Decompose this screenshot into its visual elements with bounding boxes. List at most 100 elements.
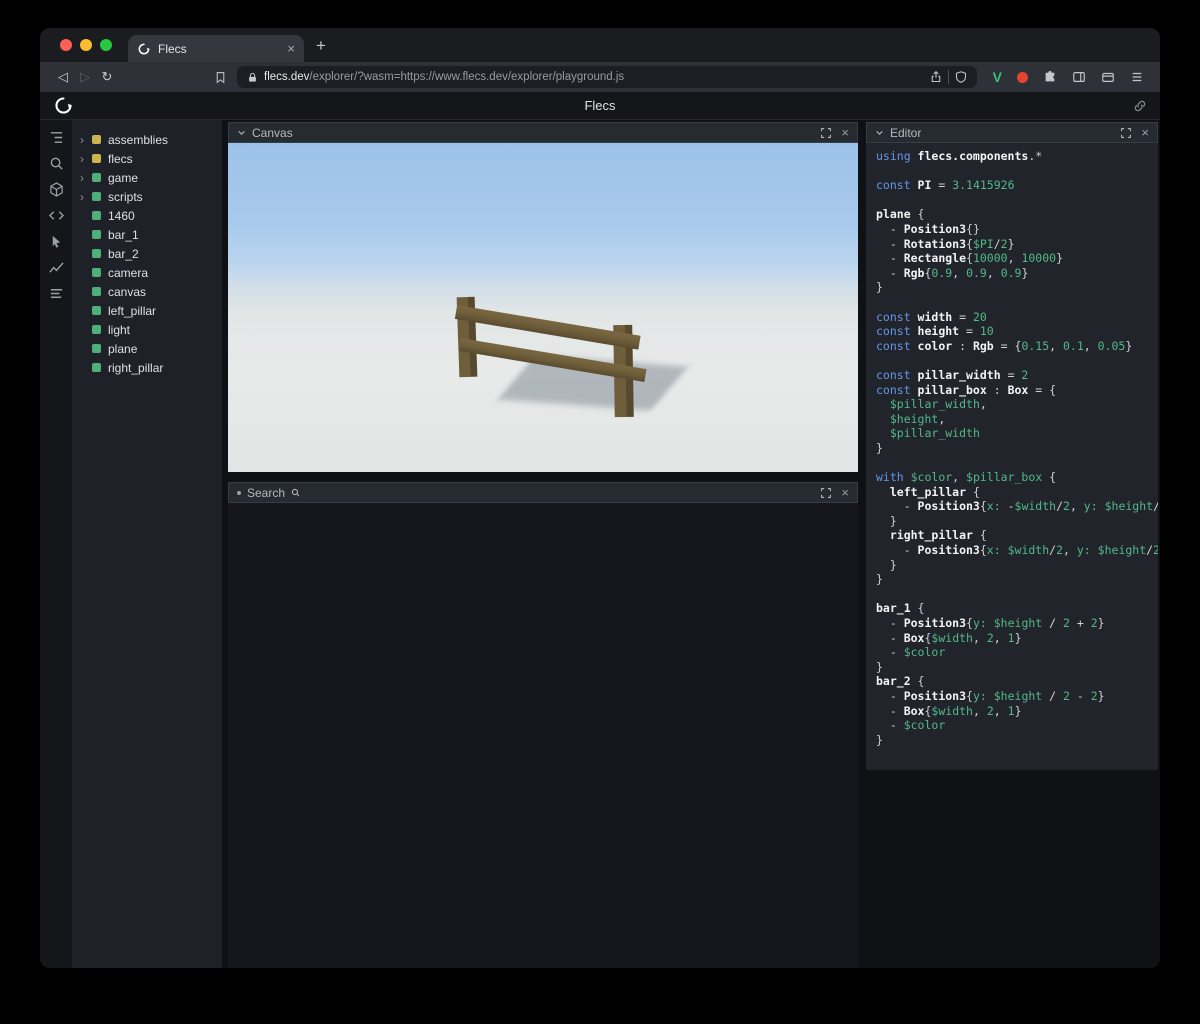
app-body: › assemblies › flecs › game › scripts 1460 bar_1 b… (40, 120, 1160, 968)
tree-item-label: scripts (108, 189, 143, 204)
wallet-icon[interactable] (1101, 70, 1115, 84)
back-button[interactable]: ◁ (52, 69, 74, 85)
tab-close-icon[interactable]: × (287, 41, 295, 56)
entity-color-square (92, 211, 101, 220)
components-cube-icon[interactable] (49, 182, 64, 197)
expand-icon[interactable] (1121, 127, 1132, 138)
canvas-3d-viewport[interactable] (228, 143, 858, 472)
code-line: right_pillar { (889, 528, 987, 543)
chevron-right-icon[interactable]: › (80, 134, 90, 146)
code-editor[interactable]: using flecs.components.* const PI = 3.141… (866, 143, 1158, 770)
close-icon[interactable]: × (841, 126, 849, 139)
entity-tree-icon[interactable] (49, 130, 64, 145)
menu-icon[interactable] (1130, 70, 1144, 84)
chevron-right-icon[interactable]: › (80, 153, 90, 165)
puzzle-extensions-icon[interactable] (1043, 70, 1057, 84)
tree-item-canvas[interactable]: canvas (72, 282, 222, 301)
extension-icons: V (993, 69, 1148, 85)
left-icon-strip (40, 120, 72, 968)
code-line: } (876, 732, 883, 747)
panel-dot-icon[interactable] (237, 490, 241, 495)
tree-item-plane[interactable]: plane (72, 339, 222, 358)
tree-item-scripts[interactable]: › scripts (72, 187, 222, 206)
tree-item-flecs[interactable]: › flecs (72, 149, 222, 168)
entity-color-square (92, 249, 101, 258)
code-line: plane { (876, 207, 925, 222)
search-results-area[interactable] (228, 503, 858, 968)
canvas-panel: Canvas × (228, 122, 858, 472)
code-line: $pillar_width, (889, 397, 987, 412)
search-panel-title: Search (247, 485, 286, 500)
tree-item-camera[interactable]: camera (72, 263, 222, 282)
browser-window: Flecs × + ◁ ▷ ↻ flecs.dev/explorer/?wasm… (40, 28, 1160, 968)
tree-item-left_pillar[interactable]: left_pillar (72, 301, 222, 320)
new-tab-button[interactable]: + (316, 37, 326, 54)
code-line: bar_2 { (876, 674, 925, 689)
code-line: - Position3{y: $height / 2 - 2} (876, 688, 1105, 703)
url-text: flecs.dev/explorer/?wasm=https://www.fle… (264, 71, 924, 83)
tree-item-1460[interactable]: 1460 (72, 206, 222, 225)
canvas-panel-title: Canvas (252, 125, 293, 140)
tab-title: Flecs (158, 41, 187, 56)
app-header: Flecs (40, 92, 1160, 120)
entity-color-square (92, 230, 101, 239)
expand-icon[interactable] (821, 487, 832, 498)
zoom-window-button[interactable] (100, 39, 112, 51)
search-icon[interactable] (49, 156, 64, 171)
entity-color-square (92, 135, 101, 144)
code-line: const PI = 3.1415926 (876, 178, 1015, 193)
search-panel: Search × (228, 482, 858, 968)
code-line: - Rectangle{10000, 10000} (876, 251, 1063, 266)
sidebar-toggle-icon[interactable] (1072, 70, 1086, 84)
close-icon[interactable]: × (841, 486, 849, 499)
tree-item-right_pillar[interactable]: right_pillar (72, 358, 222, 377)
entity-color-square (92, 306, 101, 315)
tree-item-bar_2[interactable]: bar_2 (72, 244, 222, 263)
tree-item-assemblies[interactable]: › assemblies (72, 130, 222, 149)
logs-rows-icon[interactable] (49, 286, 64, 301)
tree-item-label: flecs (108, 151, 133, 166)
share-icon[interactable] (930, 71, 942, 83)
inspect-cursor-icon[interactable] (49, 234, 64, 249)
code-line: $height, (889, 411, 946, 426)
share-link-icon[interactable] (1133, 99, 1147, 113)
close-window-button[interactable] (60, 39, 72, 51)
tree-item-game[interactable]: › game (72, 168, 222, 187)
search-small-icon (291, 488, 300, 497)
code-icon[interactable] (48, 208, 64, 223)
tree-item-light[interactable]: light (72, 320, 222, 339)
code-line: const pillar_box : Box = { (876, 382, 1057, 397)
forward-button[interactable]: ▷ (74, 69, 96, 85)
bookmark-icon[interactable] (214, 71, 227, 84)
stats-chart-icon[interactable] (48, 260, 64, 275)
entity-tree-panel: › assemblies › flecs › game › scripts 1460 bar_1 b… (72, 120, 222, 968)
browser-tab[interactable]: Flecs × (128, 35, 304, 62)
search-panel-header: Search × (228, 482, 858, 503)
extension-record-icon[interactable] (1017, 71, 1028, 83)
flecs-logo-icon[interactable] (53, 95, 74, 116)
shield-icon[interactable] (955, 71, 967, 83)
expand-icon[interactable] (821, 127, 832, 138)
tree-item-label: light (108, 322, 131, 337)
chevron-right-icon[interactable]: › (80, 172, 90, 184)
browser-toolbar: ◁ ▷ ↻ flecs.dev/explorer/?wasm=https://w… (40, 62, 1160, 92)
code-line: - Position3{} (876, 221, 980, 236)
code-line: using flecs.components.* (876, 149, 1043, 163)
tree-item-label: canvas (108, 284, 147, 299)
code-line: } (876, 513, 897, 528)
page-title: Flecs (584, 98, 616, 113)
lock-icon (247, 72, 258, 83)
chevron-down-icon[interactable] (237, 128, 246, 137)
chevron-right-icon[interactable]: › (80, 191, 90, 203)
code-line: - Position3{x: -$width/2, y: $height/2} (876, 499, 1158, 514)
extension-v-icon[interactable]: V (993, 69, 1002, 85)
chevron-down-icon[interactable] (875, 128, 884, 137)
minimize-window-button[interactable] (80, 39, 92, 51)
tree-item-bar_1[interactable]: bar_1 (72, 225, 222, 244)
close-icon[interactable]: × (1141, 126, 1149, 139)
url-bar[interactable]: flecs.dev/explorer/?wasm=https://www.fle… (237, 66, 977, 88)
reload-button[interactable]: ↻ (96, 69, 118, 85)
